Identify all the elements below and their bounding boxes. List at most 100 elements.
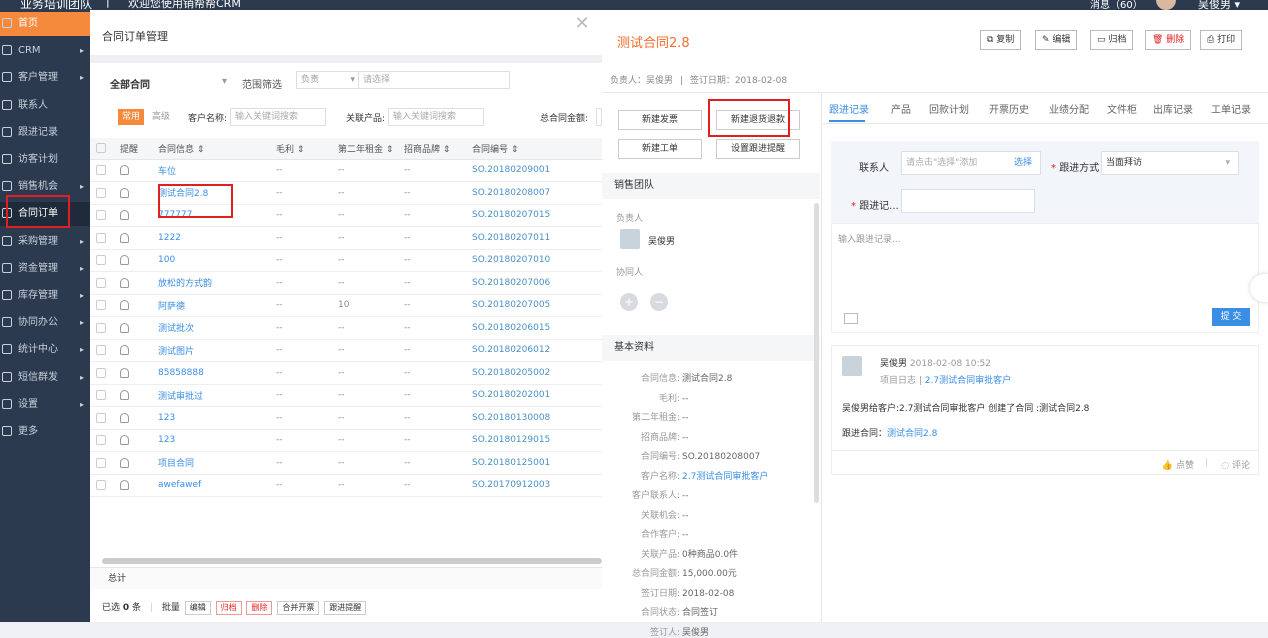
contract-name-link[interactable]: 123 bbox=[152, 429, 270, 452]
row-checkbox[interactable] bbox=[90, 406, 114, 430]
sidebar-item[interactable]: 采购管理 ▸ bbox=[0, 230, 90, 254]
tab-4[interactable]: 业绩分配 bbox=[1049, 101, 1089, 116]
follow-reminder-button[interactable]: 跟进提醒 bbox=[324, 600, 367, 615]
vertical-scrollbar[interactable] bbox=[814, 203, 819, 503]
bell-icon[interactable] bbox=[114, 429, 152, 452]
contract-name-link[interactable]: 项目合同 bbox=[152, 451, 270, 475]
close-icon[interactable]: ✕ bbox=[572, 14, 592, 34]
merge-invoice-button[interactable]: 合并开票 bbox=[277, 600, 320, 615]
bell-icon[interactable] bbox=[114, 406, 152, 430]
column-header[interactable]: 毛利 ⇕ bbox=[270, 138, 332, 160]
table-row[interactable]: 123 -- -- -- SO.20180129015 bbox=[90, 429, 602, 452]
column-header[interactable]: 合同编号 ⇕ bbox=[466, 138, 602, 160]
row-checkbox[interactable] bbox=[90, 474, 114, 497]
comment-button[interactable]: ◌ 评论 bbox=[1221, 458, 1250, 471]
row-checkbox[interactable] bbox=[90, 271, 114, 295]
bell-icon[interactable] bbox=[114, 316, 152, 340]
contract-name-link[interactable]: 1222 bbox=[152, 226, 270, 250]
range-search-input[interactable]: 请选择 bbox=[358, 71, 510, 89]
sidebar-item[interactable]: 首页 bbox=[0, 12, 90, 36]
column-header[interactable]: 合同信息 ⇕ bbox=[152, 138, 270, 160]
contract-name-link[interactable]: 123 bbox=[152, 406, 270, 430]
bell-icon[interactable] bbox=[114, 384, 152, 407]
tab-6[interactable]: 出库记录 bbox=[1153, 101, 1193, 116]
sidebar-item[interactable]: CRM ▸ bbox=[0, 39, 90, 63]
table-row[interactable]: awefawef -- -- -- SO.20170912003 bbox=[90, 474, 602, 497]
user-menu[interactable]: 吴俊男 ▾ bbox=[1198, 0, 1240, 10]
contract-name-link[interactable]: 测试审批过 bbox=[152, 384, 270, 407]
range-select[interactable]: 负责 ▾ bbox=[296, 71, 360, 89]
table-row[interactable]: 1222 -- -- -- SO.20180207011 bbox=[90, 226, 602, 250]
print-button[interactable]: ⎙ 打印 bbox=[1200, 30, 1243, 50]
row-checkbox[interactable] bbox=[90, 339, 114, 362]
table-row[interactable]: 测试审批过 -- -- -- SO.20180202001 bbox=[90, 384, 602, 407]
product-search-input[interactable]: 输入关键词搜索 bbox=[388, 108, 484, 126]
column-header[interactable]: 第二年租金 ⇕ bbox=[332, 138, 398, 160]
sidebar-item[interactable]: 统计中心 ▸ bbox=[0, 338, 90, 362]
row-checkbox[interactable] bbox=[90, 204, 114, 227]
project-link[interactable]: 2.7测试合同审批客户 bbox=[925, 376, 1011, 386]
sidebar-item[interactable]: 设置 ▸ bbox=[0, 393, 90, 417]
bell-icon[interactable] bbox=[114, 451, 152, 475]
image-icon[interactable] bbox=[844, 313, 858, 324]
row-checkbox[interactable] bbox=[90, 429, 114, 452]
follow-up-note[interactable]: 输入跟进记录... 提 交 bbox=[831, 223, 1259, 333]
set-reminder-button[interactable]: 设置跟进提醒 bbox=[716, 139, 800, 159]
tab-0[interactable]: 跟进记录 bbox=[829, 101, 869, 116]
batch-archive-button[interactable]: 归档 bbox=[215, 600, 242, 615]
bell-icon[interactable] bbox=[114, 159, 152, 182]
table-row[interactable]: 阿萨德 -- 10 -- SO.20180207005 bbox=[90, 294, 602, 317]
sidebar-item[interactable]: 跟进记录 bbox=[0, 121, 90, 145]
messages-button[interactable]: 消息（60） bbox=[1090, 0, 1143, 10]
all-contracts-filter[interactable]: 全部合同 bbox=[110, 76, 150, 91]
bell-icon[interactable] bbox=[114, 226, 152, 250]
sidebar-item[interactable]: 联系人 bbox=[0, 94, 90, 118]
table-row[interactable]: 测试批次 -- -- -- SO.20180206015 bbox=[90, 316, 602, 340]
select-all-checkbox[interactable] bbox=[90, 138, 114, 160]
table-row[interactable]: 测试图片 -- -- -- SO.20180206012 bbox=[90, 339, 602, 362]
contract-name-link[interactable]: 阿萨德 bbox=[152, 294, 270, 317]
row-checkbox[interactable] bbox=[90, 159, 114, 182]
horizontal-scrollbar[interactable] bbox=[102, 558, 602, 564]
row-checkbox[interactable] bbox=[90, 361, 114, 385]
submit-button[interactable]: 提 交 bbox=[1212, 308, 1250, 326]
chevron-down-icon[interactable]: ▾ bbox=[222, 76, 227, 87]
column-header[interactable]: 招商品牌 ⇕ bbox=[398, 138, 466, 160]
bell-icon[interactable] bbox=[114, 271, 152, 295]
contract-name-link[interactable]: 85858888 bbox=[152, 361, 270, 385]
row-checkbox[interactable] bbox=[90, 226, 114, 250]
copy-button[interactable]: ⧉ 复制 bbox=[980, 30, 1022, 50]
sidebar-item[interactable]: 客户管理 ▸ bbox=[0, 66, 90, 90]
sidebar-item[interactable]: 短信群发 ▸ bbox=[0, 366, 90, 390]
row-checkbox[interactable] bbox=[90, 384, 114, 407]
tab-7[interactable]: 工单记录 bbox=[1211, 101, 1251, 116]
column-header[interactable]: 提醒 bbox=[114, 138, 152, 160]
sidebar-item[interactable]: 库存管理 ▸ bbox=[0, 284, 90, 308]
bell-icon[interactable] bbox=[114, 339, 152, 362]
tab-1[interactable]: 产品 bbox=[891, 101, 911, 116]
new-invoice-button[interactable]: 新建发票 bbox=[618, 110, 702, 130]
sidebar-item[interactable]: 资金管理 ▸ bbox=[0, 257, 90, 281]
edit-button[interactable]: ✎ 编辑 bbox=[1035, 30, 1078, 50]
row-checkbox[interactable] bbox=[90, 451, 114, 475]
choose-contact-link[interactable]: 选择 bbox=[1014, 152, 1032, 174]
sidebar-item[interactable]: 协同办公 ▸ bbox=[0, 311, 90, 335]
field-value[interactable]: 2.7测试合同审批客户 bbox=[682, 472, 768, 482]
tab-2[interactable]: 回款计划 bbox=[929, 101, 969, 116]
contract-name-link[interactable]: 测试图片 bbox=[152, 339, 270, 362]
tab-3[interactable]: 开票历史 bbox=[989, 101, 1029, 116]
like-button[interactable]: 👍 点赞 bbox=[1162, 458, 1194, 471]
row-checkbox[interactable] bbox=[90, 316, 114, 340]
table-row[interactable]: 车位 -- -- -- SO.20180209001 bbox=[90, 159, 602, 182]
sidebar-item[interactable]: 更多 bbox=[0, 420, 90, 444]
bell-icon[interactable] bbox=[114, 204, 152, 227]
add-collaborator-icon[interactable]: + bbox=[620, 293, 638, 311]
tab-common[interactable]: 常用 bbox=[118, 109, 145, 125]
user-avatar[interactable] bbox=[1156, 0, 1176, 10]
new-ticket-button[interactable]: 新建工单 bbox=[618, 139, 702, 159]
table-row[interactable]: 放松的方式韵 -- -- -- SO.20180207006 bbox=[90, 271, 602, 295]
table-row[interactable]: 项目合同 -- -- -- SO.20180125001 bbox=[90, 451, 602, 475]
bell-icon[interactable] bbox=[114, 361, 152, 385]
sidebar-item[interactable]: 访客计划 bbox=[0, 148, 90, 172]
contract-name-link[interactable]: 放松的方式韵 bbox=[152, 271, 270, 295]
